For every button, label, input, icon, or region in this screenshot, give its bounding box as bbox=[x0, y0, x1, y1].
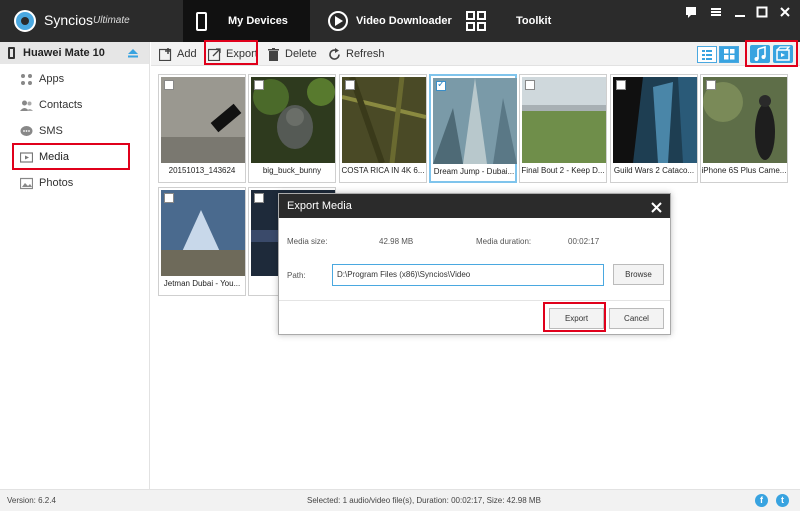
media-highlight-box bbox=[12, 143, 130, 170]
tab-my-devices[interactable]: My Devices bbox=[183, 0, 310, 42]
sidebar-item-contacts[interactable]: Contacts bbox=[19, 95, 82, 115]
media-checkbox[interactable] bbox=[164, 193, 174, 203]
photos-icon bbox=[19, 176, 33, 190]
media-title: Guild Wars 2 Cataco... bbox=[613, 166, 695, 175]
version-text: Version: 6.2.4 bbox=[7, 496, 56, 505]
trash-icon bbox=[268, 47, 279, 61]
media-checkbox[interactable] bbox=[254, 193, 264, 203]
sidebar-item-photos[interactable]: Photos bbox=[19, 173, 73, 193]
sms-icon bbox=[19, 124, 33, 138]
status-bar: Version: 6.2.4 Selected: 1 audio/video f… bbox=[0, 489, 800, 511]
media-item[interactable]: Jetman Dubai - You... bbox=[158, 187, 246, 296]
tab-toolkit[interactable]: Toolkit bbox=[458, 0, 578, 42]
refresh-icon bbox=[329, 47, 340, 60]
syncios-logo-icon bbox=[14, 10, 36, 32]
media-checkbox[interactable] bbox=[345, 80, 355, 90]
device-selector[interactable]: Huawei Mate 10 bbox=[0, 42, 149, 64]
list-view-icon bbox=[702, 50, 712, 60]
media-checkbox[interactable] bbox=[436, 79, 446, 91]
media-checkbox[interactable] bbox=[525, 80, 535, 90]
media-title: 20151013_143624 bbox=[168, 166, 236, 175]
play-icon bbox=[328, 11, 348, 31]
apps-icon bbox=[19, 72, 33, 86]
grid-view-button[interactable] bbox=[719, 46, 739, 63]
delete-button[interactable]: Delete bbox=[267, 44, 317, 64]
device-name: Huawei Mate 10 bbox=[23, 47, 105, 59]
media-title: COSTA RICA IN 4K 6... bbox=[341, 166, 425, 175]
grid-view-icon bbox=[724, 49, 735, 60]
tab-video-downloader-label: Video Downloader bbox=[356, 15, 452, 27]
export-media-dialog: Export Media Media size: 42.98 MB Media … bbox=[278, 193, 671, 335]
media-item[interactable]: Final Bout 2 - Keep D... bbox=[519, 74, 607, 183]
path-label: Path: bbox=[287, 271, 306, 280]
facebook-icon[interactable]: f bbox=[755, 494, 768, 507]
app-edition: Ultimate bbox=[93, 15, 130, 26]
add-label: Add bbox=[177, 48, 197, 60]
browse-button[interactable]: Browse bbox=[613, 264, 664, 285]
title-bar: Syncios Ultimate My Devices Video Downlo… bbox=[0, 0, 800, 42]
media-checkbox[interactable] bbox=[254, 80, 264, 90]
menu-icon[interactable] bbox=[709, 6, 723, 20]
sidebar: Huawei Mate 10 Apps Contacts SMS Media P… bbox=[0, 42, 150, 489]
media-item[interactable]: big_buck_bunny bbox=[248, 74, 336, 183]
tab-video-downloader[interactable]: Video Downloader bbox=[322, 0, 452, 42]
media-item[interactable]: iPhone 6S Plus Came... bbox=[700, 74, 788, 183]
dialog-header: Export Media bbox=[279, 194, 670, 218]
media-size-label: Media size: bbox=[287, 237, 328, 246]
eject-icon[interactable] bbox=[127, 47, 139, 59]
media-title: iPhone 6S Plus Came... bbox=[701, 166, 787, 175]
phone-icon bbox=[8, 47, 15, 59]
sidebar-item-sms[interactable]: SMS bbox=[19, 121, 63, 141]
media-item[interactable]: 20151013_143624 bbox=[158, 74, 246, 183]
media-item[interactable]: Guild Wars 2 Cataco... bbox=[610, 74, 698, 183]
feedback-icon[interactable] bbox=[684, 6, 698, 20]
maximize-icon[interactable] bbox=[755, 6, 769, 20]
dialog-cancel-button[interactable]: Cancel bbox=[609, 308, 664, 329]
media-checkbox[interactable] bbox=[706, 80, 716, 90]
media-size-value: 42.98 MB bbox=[379, 237, 414, 246]
tab-toolkit-label: Toolkit bbox=[516, 15, 552, 27]
dialog-export-highlight-box bbox=[543, 302, 606, 332]
media-title: Final Bout 2 - Keep D... bbox=[521, 166, 605, 175]
media-title: big_buck_bunny bbox=[262, 166, 322, 175]
dialog-divider bbox=[279, 300, 670, 301]
grid-icon bbox=[466, 11, 486, 31]
dialog-close-icon[interactable] bbox=[651, 197, 662, 216]
delete-label: Delete bbox=[285, 48, 317, 60]
sidebar-item-label: Contacts bbox=[39, 99, 83, 111]
sidebar-item-label: Photos bbox=[39, 177, 74, 189]
app-name: Syncios bbox=[44, 12, 94, 28]
contacts-icon bbox=[19, 98, 33, 112]
media-checkbox[interactable] bbox=[616, 80, 626, 90]
phone-icon bbox=[196, 11, 207, 31]
media-duration-label: Media duration: bbox=[476, 237, 532, 246]
refresh-button[interactable]: Refresh bbox=[328, 44, 385, 64]
minimize-icon[interactable] bbox=[733, 6, 747, 20]
sidebar-item-label: Apps bbox=[39, 73, 65, 85]
media-checkbox[interactable] bbox=[164, 80, 174, 90]
refresh-label: Refresh bbox=[346, 48, 385, 60]
sidebar-item-apps[interactable]: Apps bbox=[19, 69, 64, 89]
list-view-button[interactable] bbox=[697, 46, 717, 63]
close-icon[interactable] bbox=[778, 6, 792, 20]
export-highlight-box bbox=[204, 40, 258, 65]
media-title: Dream Jump - Dubai... bbox=[433, 167, 515, 176]
type-filter-highlight-box bbox=[745, 40, 798, 67]
sidebar-item-label: SMS bbox=[39, 125, 63, 137]
path-field[interactable]: D:\Program Files (x86)\Syncios\Video bbox=[332, 264, 604, 286]
media-duration-value: 00:02:17 bbox=[568, 237, 600, 246]
selection-status: Selected: 1 audio/video file(s), Duratio… bbox=[307, 496, 541, 505]
add-icon bbox=[159, 47, 172, 61]
add-button[interactable]: Add bbox=[159, 44, 197, 64]
media-item[interactable]: Dream Jump - Dubai... bbox=[429, 74, 517, 183]
media-item[interactable]: COSTA RICA IN 4K 6... bbox=[339, 74, 427, 183]
dialog-title: Export Media bbox=[287, 200, 352, 212]
twitter-icon[interactable]: t bbox=[776, 494, 789, 507]
media-title: Jetman Dubai - You... bbox=[163, 279, 241, 288]
tab-my-devices-label: My Devices bbox=[228, 15, 288, 27]
